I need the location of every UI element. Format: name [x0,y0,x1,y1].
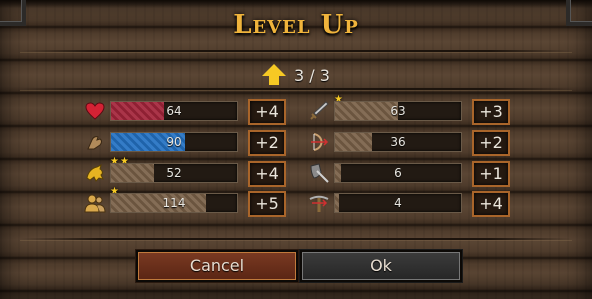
stat-bar: 4 [334,193,462,213]
level-up-dialog: Level Up 3 / 3 64 +4 90 +2 ★ ★ 52 +4 ★ 1… [0,0,592,299]
sword-icon [310,101,329,120]
muscle-icon [87,136,102,150]
stat-bar: 64 [110,101,238,121]
stat-row-bow: 36 +2 [308,130,510,156]
heart-icon [85,102,105,120]
stat-value: 4 [394,196,402,210]
stat-row-party: ★ 114 +5 [84,187,286,217]
stat-bar: 52 [110,163,238,183]
stat-bar: 6 [334,163,462,183]
stat-increase: +1 [472,161,510,187]
separator [20,238,572,240]
separator [20,50,572,52]
dialog-title: Level Up [233,10,359,40]
stat-row-leadership: ★ ★ 52 +4 [84,157,286,187]
stat-row-health: 64 +4 [84,99,286,125]
stat-value: 36 [390,135,406,149]
shield-sword-icon [310,163,329,183]
stat-increase: +3 [472,99,510,125]
group-icon [84,194,106,213]
stat-value: 90 [166,135,182,149]
stat-row-polearm: 6 +1 [308,161,510,187]
stat-increase: +4 [248,99,286,125]
stat-increase: +2 [248,130,286,156]
lion-icon [86,164,104,182]
stat-increase: +4 [248,161,286,187]
stat-increase: +2 [472,130,510,156]
cancel-button[interactable]: Cancel [136,250,298,282]
stat-increase: +4 [472,191,510,217]
separator [20,88,572,90]
crossbow-icon [309,195,329,212]
stat-bar: 36 [334,132,462,152]
stat-bar: 114 [110,193,238,213]
stat-row-strength: 90 +2 [84,130,286,156]
stat-value: 114 [162,196,186,210]
stat-value: 52 [166,166,182,180]
stat-value: 6 [394,166,402,180]
stat-row-crossbow: 4 +4 [308,191,510,217]
level-progress-text: 3 / 3 [294,65,330,85]
stat-increase: +5 [248,191,286,217]
stat-value: 63 [390,104,406,118]
stat-row-one-handed: ★ 63 +3 [308,95,510,125]
stat-bar: 63 [334,101,462,121]
level-up-arrow-icon [262,64,286,86]
level-progress: 3 / 3 [262,63,330,87]
stat-value: 64 [166,104,182,118]
stat-bar: 90 [110,132,238,152]
bow-icon [311,133,329,151]
ok-button[interactable]: Ok [300,250,462,282]
